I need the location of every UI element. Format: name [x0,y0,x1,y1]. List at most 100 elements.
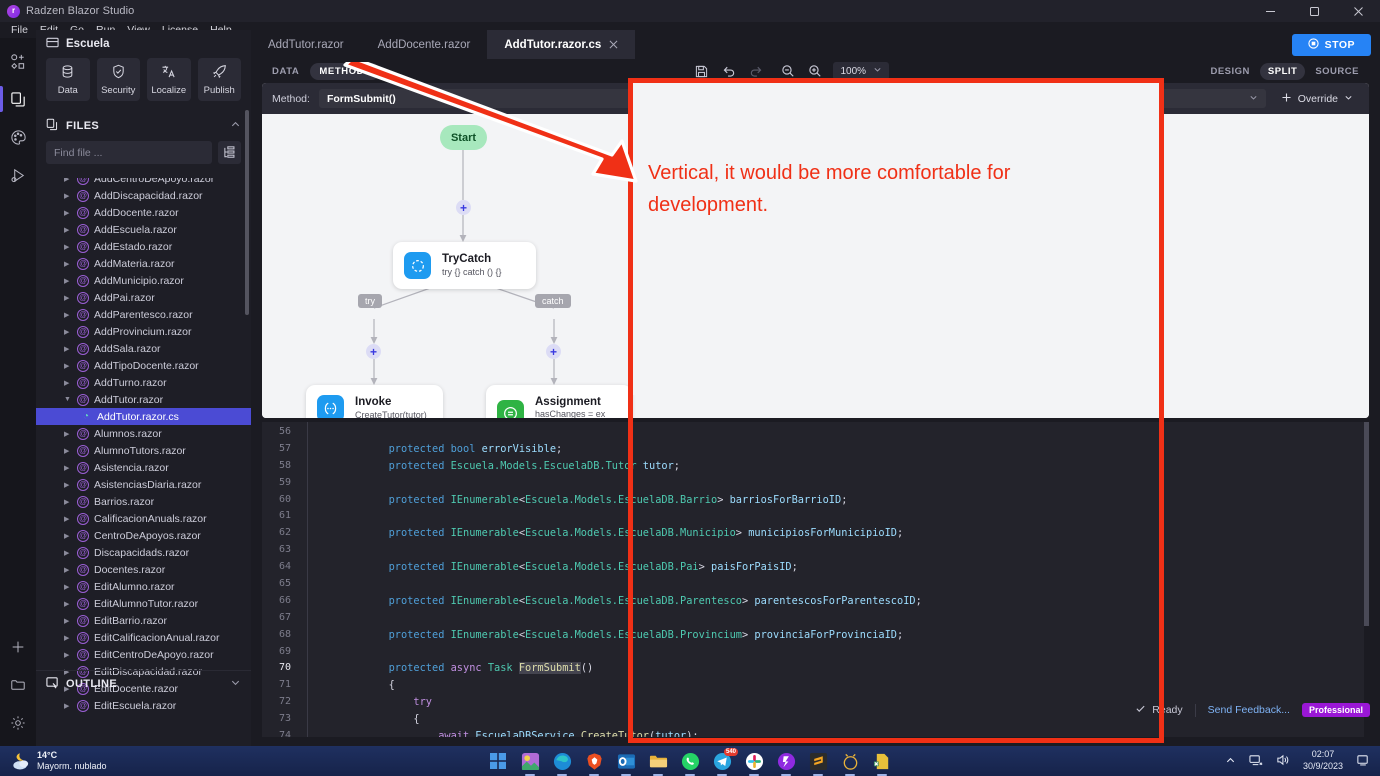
add-step-button-root[interactable]: + [456,200,471,215]
list-item[interactable]: ▶@EditBarrio.razor [36,612,251,629]
taskbar-app-sublime[interactable] [808,751,828,771]
send-feedback-link[interactable]: Send Feedback... [1208,704,1290,716]
list-item[interactable]: ▶@EditCentroDeApoyo.razor [36,646,251,663]
files-panel-header[interactable]: FILES [36,111,251,141]
node-trycatch[interactable]: TryCatch try {} catch () {} [393,242,536,289]
chevron-up-icon[interactable] [1225,755,1236,768]
chevron-right-icon[interactable]: ▶ [64,379,72,387]
localize-button[interactable]: Localize [147,58,191,101]
code-lines[interactable]: protected bool errorVisible; protected E… [317,422,1369,737]
list-item[interactable]: ▶@EditEscuela.razor [36,697,251,714]
tab-data[interactable]: DATA [263,63,308,80]
view-mode-split[interactable]: SPLIT [1260,63,1305,80]
code-line[interactable]: protected Escuela.Models.EscuelaDB.Tutor… [339,458,1369,475]
list-item[interactable]: ▶@Asistencia.razor [36,459,251,476]
taskbar-app-clock[interactable] [840,751,860,771]
chevron-right-icon[interactable]: ▶ [64,430,72,438]
code-line[interactable]: protected IEnumerable<Escuela.Models.Esc… [339,525,1369,542]
list-item[interactable]: ▶@AddTurno.razor [36,374,251,391]
notifications-icon[interactable] [1356,753,1370,769]
sidebar-item-settings[interactable] [0,704,36,742]
chevron-right-icon[interactable]: ▶ [64,192,72,200]
code-line[interactable]: protected IEnumerable<Escuela.Models.Esc… [339,492,1369,509]
code-line[interactable] [339,644,1369,661]
list-item[interactable]: ▶@AddTipoDocente.razor [36,357,251,374]
security-button[interactable]: Security [97,58,141,101]
code-line[interactable] [339,424,1369,441]
tree-view-icon[interactable] [218,141,241,164]
chevron-right-icon[interactable]: ▶ [64,328,72,336]
view-mode-design[interactable]: DESIGN [1202,63,1257,80]
chevron-right-icon[interactable]: ▶ [64,362,72,370]
code-line[interactable] [339,475,1369,492]
sidebar-item-new[interactable] [0,42,36,80]
taskbar-app-slack[interactable] [744,751,764,771]
code-line[interactable] [339,576,1369,593]
chevron-right-icon[interactable]: ▶ [64,178,72,183]
chevron-right-icon[interactable]: ▶ [64,702,72,710]
taskbar-app-radzen[interactable] [776,751,796,771]
taskbar-app-explorer[interactable] [648,751,668,771]
list-item[interactable]: ▶@AddDiscapacidad.razor [36,187,251,204]
chevron-right-icon[interactable]: ▶ [64,532,72,540]
code-line[interactable]: protected IEnumerable<Escuela.Models.Esc… [339,559,1369,576]
taskbar-app-telegram[interactable]: 540 [712,751,732,771]
sidebar-item-theme[interactable] [0,118,36,156]
list-item[interactable]: ▼@AddTutor.razor [36,391,251,408]
file-tree-scrollbar[interactable] [245,110,249,315]
project-header[interactable]: Escuela [36,30,251,58]
menu-file[interactable]: File [5,22,34,38]
sidebar-item-files[interactable] [0,80,36,118]
node-invoke[interactable]: Invoke CreateTutor(tutor) [306,385,443,418]
chevron-right-icon[interactable]: ▶ [64,226,72,234]
code-line[interactable]: protected bool errorVisible; [339,441,1369,458]
chevron-right-icon[interactable]: ▶ [64,277,72,285]
list-item[interactable]: ▶@AddDocente.razor [36,204,251,221]
list-item[interactable]: ▶@AddCentroDeApoyo.razor [36,178,251,187]
chevron-right-icon[interactable]: ▶ [64,566,72,574]
add-step-button-try[interactable]: + [366,344,381,359]
stop-button[interactable]: STOP [1292,34,1371,56]
chevron-right-icon[interactable]: ▶ [64,634,72,642]
volume-icon[interactable] [1276,753,1290,769]
chevron-up-icon[interactable] [230,119,241,133]
view-mode-source[interactable]: SOURCE [1307,63,1367,80]
chevron-right-icon[interactable]: ▶ [64,260,72,268]
list-item[interactable]: ▶@Alumnos.razor [36,425,251,442]
list-item[interactable]: ▶@AddParentesco.razor [36,306,251,323]
list-item[interactable]: ▶@AddMunicipio.razor [36,272,251,289]
list-item[interactable]: ▶@AlumnoTutors.razor [36,442,251,459]
close-icon[interactable] [609,38,618,52]
chevron-right-icon[interactable]: ▶ [64,617,72,625]
list-item[interactable]: ▶@Docentes.razor [36,561,251,578]
data-button[interactable]: Data [46,58,90,101]
tab-addtutor-razor[interactable]: AddTutor.razor [251,30,361,59]
node-start[interactable]: Start [440,125,487,150]
taskbar-app-photos[interactable] [520,751,540,771]
list-item[interactable]: ▶@Discapacidads.razor [36,544,251,561]
zoom-out-icon[interactable] [779,63,796,80]
list-item[interactable]: ▶@AddEscuela.razor [36,221,251,238]
code-line[interactable] [339,610,1369,627]
close-button[interactable] [1336,0,1380,22]
list-item[interactable]: ▶@EditCalificacionAnual.razor [36,629,251,646]
clock[interactable]: 02:07 30/9/2023 [1303,749,1343,772]
zoom-level-select[interactable]: 100% [833,62,889,80]
chevron-right-icon[interactable]: ▶ [64,447,72,455]
publish-button[interactable]: Publish [198,58,242,101]
list-item[interactable]: ▶@AddProvincium.razor [36,323,251,340]
chevron-right-icon[interactable]: ▶ [64,294,72,302]
node-assignment[interactable]: Assignment hasChanges = ex is ... [486,385,632,418]
chevron-right-icon[interactable]: ▶ [64,311,72,319]
list-item[interactable]: ◔AddTutor.razor.cs [36,408,251,425]
code-line[interactable]: { [339,677,1369,694]
tab-addtutor-razor-cs[interactable]: AddTutor.razor.cs [487,30,635,59]
sidebar-item-run[interactable] [0,156,36,194]
code-line[interactable]: await EscuelaDBService.CreateTutor(tutor… [339,728,1369,737]
list-item[interactable]: ▶@Barrios.razor [36,493,251,510]
taskbar-app-brave[interactable] [584,751,604,771]
tab-adddocente-razor[interactable]: AddDocente.razor [361,30,488,59]
chevron-right-icon[interactable]: ▶ [64,600,72,608]
list-item[interactable]: ▶@AddEstado.razor [36,238,251,255]
outline-panel-header[interactable]: OUTLINE [36,670,251,696]
